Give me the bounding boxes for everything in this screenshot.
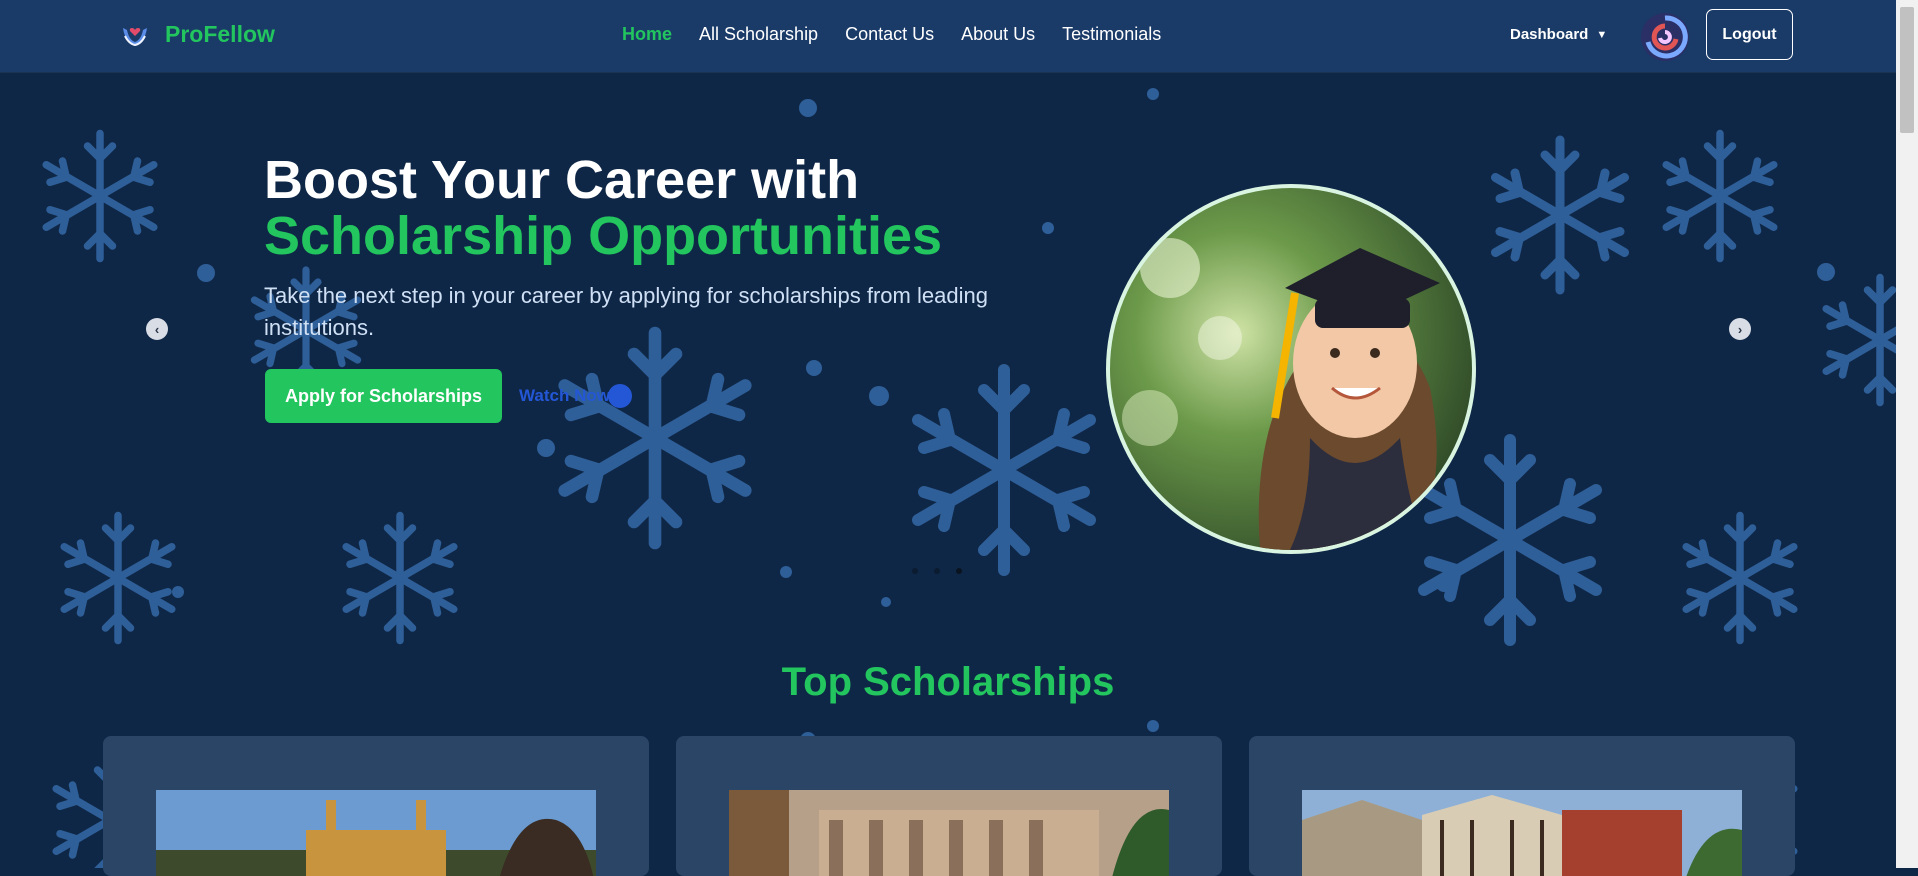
tudor-college-photo <box>1302 790 1742 876</box>
top-navbar: ProFellow Home All Scholarship Contact U… <box>0 0 1896 72</box>
chevron-left-icon: ‹ <box>154 321 160 337</box>
hero-title-line2: Scholarship Opportunities <box>264 206 943 266</box>
carousel-next-button[interactable]: › <box>1729 318 1751 340</box>
scholarship-card[interactable] <box>1249 736 1795 876</box>
swirl-avatar-icon <box>1641 13 1689 61</box>
apply-scholarships-button[interactable]: Apply for Scholarships <box>265 369 502 423</box>
brand[interactable]: ProFellow <box>119 18 275 50</box>
scholarship-card[interactable] <box>676 736 1222 876</box>
chevron-right-icon: › <box>1737 321 1743 337</box>
nav-link-home[interactable]: Home <box>622 24 672 45</box>
logout-button[interactable]: Logout <box>1706 9 1793 60</box>
brand-name: ProFellow <box>165 20 275 47</box>
carousel-dot-2[interactable] <box>934 568 940 574</box>
main-nav: Home All Scholarship Contact Us About Us… <box>622 24 1161 45</box>
caret-down-icon: ▼ <box>1596 28 1608 41</box>
carousel-indicators <box>912 568 962 574</box>
play-icon <box>607 384 632 408</box>
watch-now-label: Watch Now <box>519 386 610 405</box>
carousel-dot-1[interactable] <box>912 568 918 574</box>
carousel-prev-button[interactable]: ‹ <box>146 318 168 340</box>
user-avatar[interactable] <box>1640 12 1690 62</box>
hero-subtitle: Take the next step in your career by app… <box>264 283 988 340</box>
hands-heart-logo-icon <box>123 28 147 47</box>
dashboard-label: Dashboard <box>1510 26 1589 43</box>
carousel-dot-3[interactable] <box>956 568 962 574</box>
page-scrollbar[interactable] <box>1896 0 1918 868</box>
top-scholarships-title: Top Scholarships <box>781 660 1115 704</box>
classical-building-photo <box>729 790 1169 876</box>
scholarship-card[interactable] <box>103 736 649 876</box>
nav-link-all-scholarship[interactable]: All Scholarship <box>699 24 818 45</box>
graduate-illustration <box>1110 188 1472 550</box>
hero-title-line1: Boost Your Career with <box>264 150 860 210</box>
gothic-chapel-photo <box>156 790 596 876</box>
scrollbar-thumb[interactable] <box>1900 7 1914 133</box>
watch-now-link[interactable]: Watch Now <box>519 384 632 408</box>
hero-title: Boost Your Career with Scholarship Oppor… <box>264 152 942 264</box>
dashboard-dropdown[interactable]: Dashboard ▼ <box>1510 26 1607 43</box>
nav-link-contact-us[interactable]: Contact Us <box>845 24 934 45</box>
nav-link-about-us[interactable]: About Us <box>961 24 1035 45</box>
graduate-photo <box>1110 188 1472 550</box>
nav-link-testimonials[interactable]: Testimonials <box>1062 24 1161 45</box>
